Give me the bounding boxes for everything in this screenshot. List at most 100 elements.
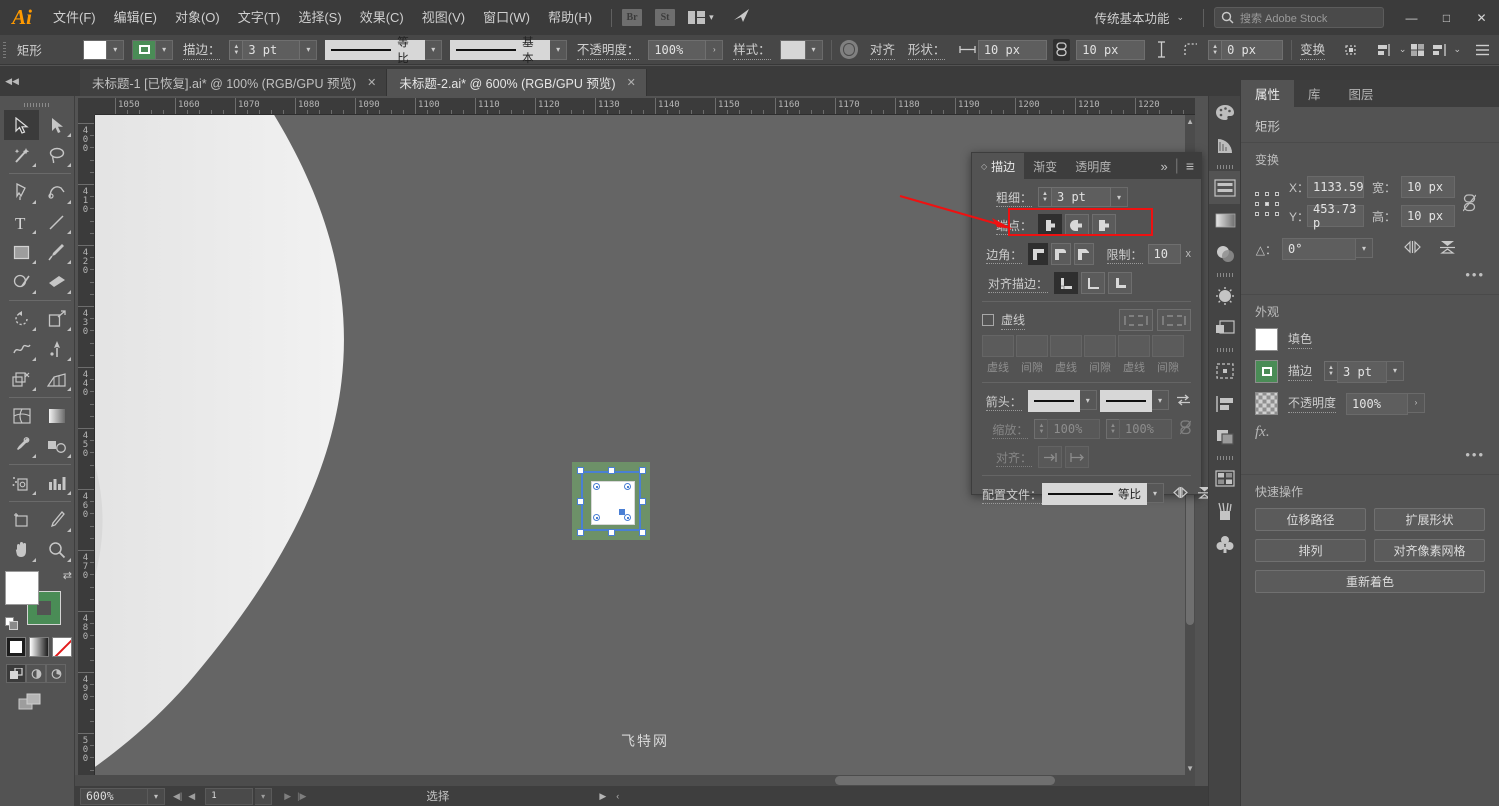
handle-br[interactable] bbox=[639, 529, 646, 536]
rotate-tool[interactable] bbox=[4, 304, 39, 334]
zoom-level-input[interactable]: 600% bbox=[80, 787, 148, 805]
expand-shape-button[interactable]: 扩展形状 bbox=[1374, 508, 1485, 531]
opacity-expand-icon[interactable]: › bbox=[706, 39, 724, 60]
ruler-corner[interactable] bbox=[78, 98, 95, 115]
handle-tc[interactable] bbox=[608, 467, 615, 474]
width-profile-control[interactable]: 等比 ▾ bbox=[325, 37, 443, 65]
handle-tl[interactable] bbox=[577, 467, 584, 474]
width-profile-preview[interactable]: 等比 bbox=[325, 37, 426, 65]
artboard-tool[interactable] bbox=[4, 505, 39, 535]
stroke-swatch[interactable] bbox=[132, 39, 157, 60]
appearance-stroke-weight[interactable]: 3 pt bbox=[1337, 360, 1388, 383]
scale-end-stepper[interactable]: ▲ ▼ bbox=[1106, 419, 1119, 439]
opacity-control[interactable]: 100% › bbox=[648, 39, 724, 60]
tab-transparency[interactable]: 透明度 bbox=[1066, 153, 1120, 179]
constrain-proportions-icon[interactable] bbox=[1462, 194, 1477, 234]
status-collapse-icon[interactable]: ‹ bbox=[616, 791, 619, 802]
horizontal-scrollbar[interactable] bbox=[75, 775, 1195, 786]
swap-arrows-icon[interactable] bbox=[1176, 394, 1191, 409]
tab-libraries[interactable]: 库 bbox=[1294, 80, 1335, 107]
offset-path-button[interactable]: 位移路径 bbox=[1255, 508, 1366, 531]
appearance-opacity-swatch[interactable] bbox=[1255, 392, 1278, 415]
opacity-panel-expand-icon[interactable]: › bbox=[1408, 392, 1426, 413]
shape-height-input[interactable]: 10 px bbox=[1076, 39, 1146, 60]
curvature-tool[interactable] bbox=[39, 177, 74, 207]
column-graph-tool[interactable] bbox=[39, 468, 74, 498]
layers-panel-icon[interactable] bbox=[1209, 312, 1241, 345]
angle-input[interactable]: 0° bbox=[1282, 238, 1356, 260]
document-setup-icon[interactable] bbox=[1406, 39, 1428, 61]
y-input[interactable]: 453.73 p bbox=[1307, 202, 1364, 230]
scale-tool[interactable] bbox=[39, 304, 74, 334]
last-artboard-icon[interactable]: |▶ bbox=[297, 791, 306, 802]
stroke-color-control[interactable]: ▾ bbox=[132, 39, 174, 60]
dash-input-2[interactable] bbox=[1050, 335, 1082, 357]
profile-chevron-icon[interactable]: ▾ bbox=[1147, 483, 1164, 503]
handle-bc[interactable] bbox=[608, 529, 615, 536]
reference-point-selector[interactable] bbox=[1255, 192, 1281, 218]
dashed-line-checkbox[interactable] bbox=[982, 314, 994, 326]
zoom-control[interactable]: 600% ▾ bbox=[75, 787, 165, 805]
flip-vertical-icon[interactable] bbox=[1439, 240, 1456, 259]
align-pixel-grid-button[interactable]: 对齐像素网格 bbox=[1374, 539, 1485, 562]
arrow-start-control[interactable]: ▾ bbox=[1027, 390, 1097, 412]
dash-field-5[interactable]: 虚线 bbox=[1118, 335, 1150, 375]
transform-button[interactable]: 变换 bbox=[1300, 39, 1326, 60]
link-arrow-scale-icon[interactable] bbox=[1179, 420, 1192, 438]
symbol-sprayer-tool[interactable] bbox=[4, 468, 39, 498]
stroke-weight-stepper[interactable]: ▲ ▼ bbox=[229, 39, 243, 60]
swatches-panel-icon[interactable] bbox=[1209, 462, 1241, 495]
weight-value[interactable]: 3 pt bbox=[1051, 187, 1111, 207]
handle-tr[interactable] bbox=[639, 467, 646, 474]
dash-field-6[interactable]: 间隙 bbox=[1152, 335, 1184, 375]
graphic-style-swatch[interactable] bbox=[779, 39, 806, 60]
angle-control[interactable]: 0° ▾ bbox=[1282, 238, 1373, 260]
shaper-tool[interactable] bbox=[4, 267, 39, 297]
stroke-weight-label[interactable]: 描边： bbox=[182, 39, 221, 60]
align-arrow-extend-icon[interactable] bbox=[1038, 446, 1062, 468]
scroll-down-icon[interactable]: ▼ bbox=[1186, 764, 1194, 773]
direct-selection-tool[interactable] bbox=[39, 110, 74, 140]
round-join-icon[interactable] bbox=[1051, 243, 1071, 265]
selected-rectangle[interactable] bbox=[572, 462, 650, 540]
brush-definition-preview[interactable]: 基本 bbox=[450, 37, 551, 65]
paintbrush-tool[interactable] bbox=[39, 237, 74, 267]
menu-edit[interactable]: 编辑(E) bbox=[105, 0, 166, 35]
graphic-style-chevron-icon[interactable]: ▾ bbox=[805, 39, 823, 60]
brush-definition-control[interactable]: 基本 ▾ bbox=[450, 37, 568, 65]
stroke-weight-control[interactable]: ▲ ▼ 3 pt ▾ bbox=[229, 39, 318, 60]
anchor-br[interactable] bbox=[624, 514, 631, 521]
flip-along-icon[interactable] bbox=[1173, 486, 1188, 502]
dash-field-3[interactable]: 虚线 bbox=[1050, 335, 1082, 375]
link-wh-icon[interactable] bbox=[1052, 38, 1071, 61]
artboards-panel-icon[interactable] bbox=[1209, 354, 1241, 387]
stroke-dropdown-chevron-icon[interactable]: ▾ bbox=[156, 39, 174, 60]
control-bar-grip[interactable] bbox=[0, 35, 9, 65]
collapse-panels-icon[interactable]: ◀◀ bbox=[0, 66, 24, 96]
anchor-bl[interactable] bbox=[593, 514, 600, 521]
x-input[interactable]: 1133.59 bbox=[1307, 176, 1364, 198]
scale-start-value[interactable]: 100% bbox=[1047, 419, 1101, 439]
gradient-mode-icon[interactable] bbox=[29, 637, 49, 657]
blend-tool[interactable] bbox=[39, 431, 74, 461]
stock-icon[interactable]: St bbox=[655, 9, 676, 26]
appearance-more-icon[interactable]: ••• bbox=[1255, 447, 1485, 462]
weight-chevron-icon[interactable]: ▾ bbox=[1111, 187, 1128, 207]
gradient-tool[interactable] bbox=[39, 401, 74, 431]
dash-input-3[interactable] bbox=[1118, 335, 1150, 357]
dash-input-1[interactable] bbox=[982, 335, 1014, 357]
brush-definition-chevron-icon[interactable]: ▾ bbox=[550, 39, 568, 60]
align-stroke-center-icon[interactable] bbox=[1054, 272, 1078, 294]
transform-more-icon[interactable]: ••• bbox=[1255, 267, 1485, 282]
eyedropper-tool[interactable] bbox=[4, 431, 39, 461]
anchor-tr[interactable] bbox=[624, 483, 631, 490]
magic-wand-tool[interactable] bbox=[4, 140, 39, 170]
panel-collapse-icon[interactable]: ◇ bbox=[981, 162, 987, 171]
color-guide-icon[interactable] bbox=[1209, 129, 1241, 162]
vertical-ruler[interactable]: 400 410 420 430 440 450 460 470 480 490 500 bbox=[78, 115, 95, 775]
dash-preserve-exact-icon[interactable] bbox=[1119, 309, 1153, 331]
menu-view[interactable]: 视图(V) bbox=[413, 0, 474, 35]
shape-builder-tool[interactable] bbox=[4, 364, 39, 394]
arrow-start-chevron-icon[interactable]: ▾ bbox=[1079, 390, 1097, 410]
lasso-tool[interactable] bbox=[39, 140, 74, 170]
